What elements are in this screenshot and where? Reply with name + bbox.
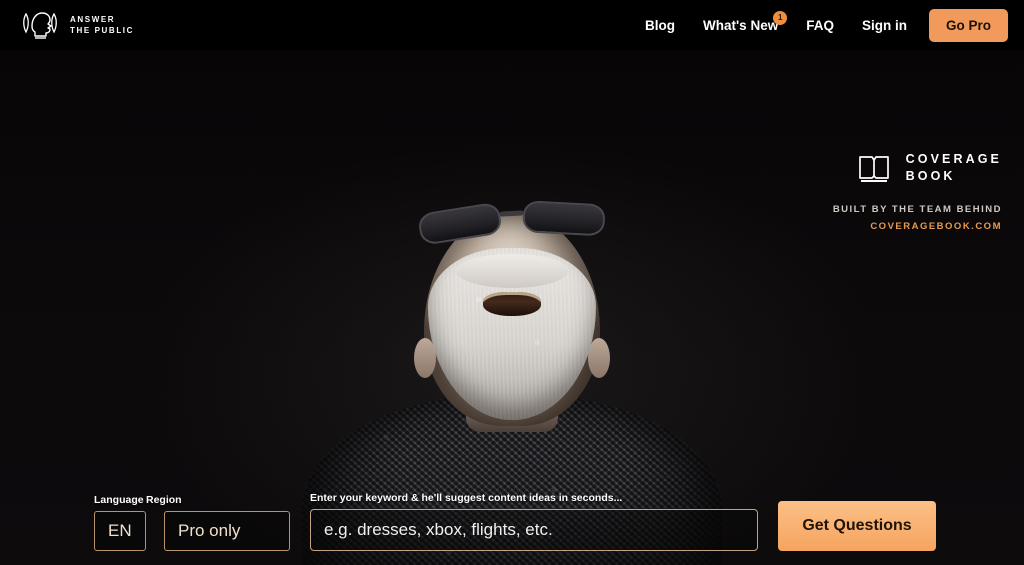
main-nav: Blog What's New 1 FAQ Sign in Go Pro [645, 8, 1008, 42]
nav-link-faq[interactable]: FAQ [806, 18, 834, 33]
coverage-book-name-line1: COVERAGE [905, 152, 1002, 166]
nav-link-faq-label: FAQ [806, 17, 834, 33]
coverage-book-url-link[interactable]: COVERAGEBOOK.COM [833, 221, 1002, 232]
language-field: Language EN [94, 494, 146, 551]
region-field: Region Pro only [146, 494, 290, 551]
nav-link-whats-new-label: What's New [702, 17, 779, 33]
brand-logo[interactable]: ANSWER THE PUBLIC [18, 8, 134, 42]
language-select[interactable]: EN [94, 511, 146, 551]
coverage-book-wordmark: COVERAGE BOOK [906, 151, 1002, 185]
moustache [456, 254, 568, 288]
keyword-field: Enter your keyword & he'll suggest conte… [310, 492, 758, 551]
coverage-book-credit: COVERAGE BOOK BUILT BY THE TEAM BEHIND C… [833, 150, 1002, 232]
nav-link-blog-label: Blog [644, 17, 675, 33]
nav-link-blog[interactable]: Blog [645, 18, 675, 33]
whats-new-badge: 1 [773, 10, 788, 25]
nav-link-whats-new[interactable]: What's New 1 [702, 10, 788, 33]
ear-right [588, 338, 610, 378]
coverage-book-logo[interactable]: COVERAGE BOOK [833, 150, 1002, 186]
glasses-lens-left [417, 201, 504, 246]
keyword-label: Enter your keyword & he'll suggest conte… [310, 492, 623, 504]
brand-wordmark: ANSWER THE PUBLIC [70, 14, 134, 36]
page-root: ANSWER THE PUBLIC Blog What's New 1 FAQ … [0, 0, 1024, 565]
nav-link-sign-in[interactable]: Sign in [862, 18, 907, 33]
site-header: ANSWER THE PUBLIC Blog What's New 1 FAQ … [0, 0, 1024, 50]
keyword-input[interactable] [310, 509, 758, 551]
region-label: Region [146, 494, 182, 506]
built-by-text: BUILT BY THE TEAM BEHIND [832, 204, 1002, 215]
search-form: Language EN Region Pro only Enter your k… [0, 477, 1024, 565]
go-pro-button[interactable]: Go Pro [928, 8, 1008, 42]
glasses-on-head-icon [417, 200, 606, 246]
open-mouth [483, 292, 541, 316]
brand-line-1: ANSWER [70, 15, 116, 24]
get-questions-button[interactable]: Get Questions [778, 501, 936, 551]
glasses-bridge [499, 210, 524, 217]
language-label: Language [94, 494, 144, 506]
brand-line-2: THE PUBLIC [70, 26, 134, 35]
region-select[interactable]: Pro only [164, 511, 290, 551]
head-lightbulb-icon [18, 8, 64, 42]
open-book-icon [856, 150, 892, 186]
nav-link-sign-in-label: Sign in [861, 17, 907, 33]
coverage-book-name-line2: BOOK [905, 169, 956, 183]
hero-video[interactable]: COVERAGE BOOK BUILT BY THE TEAM BEHIND C… [0, 50, 1024, 565]
glasses-lens-right [522, 200, 606, 237]
